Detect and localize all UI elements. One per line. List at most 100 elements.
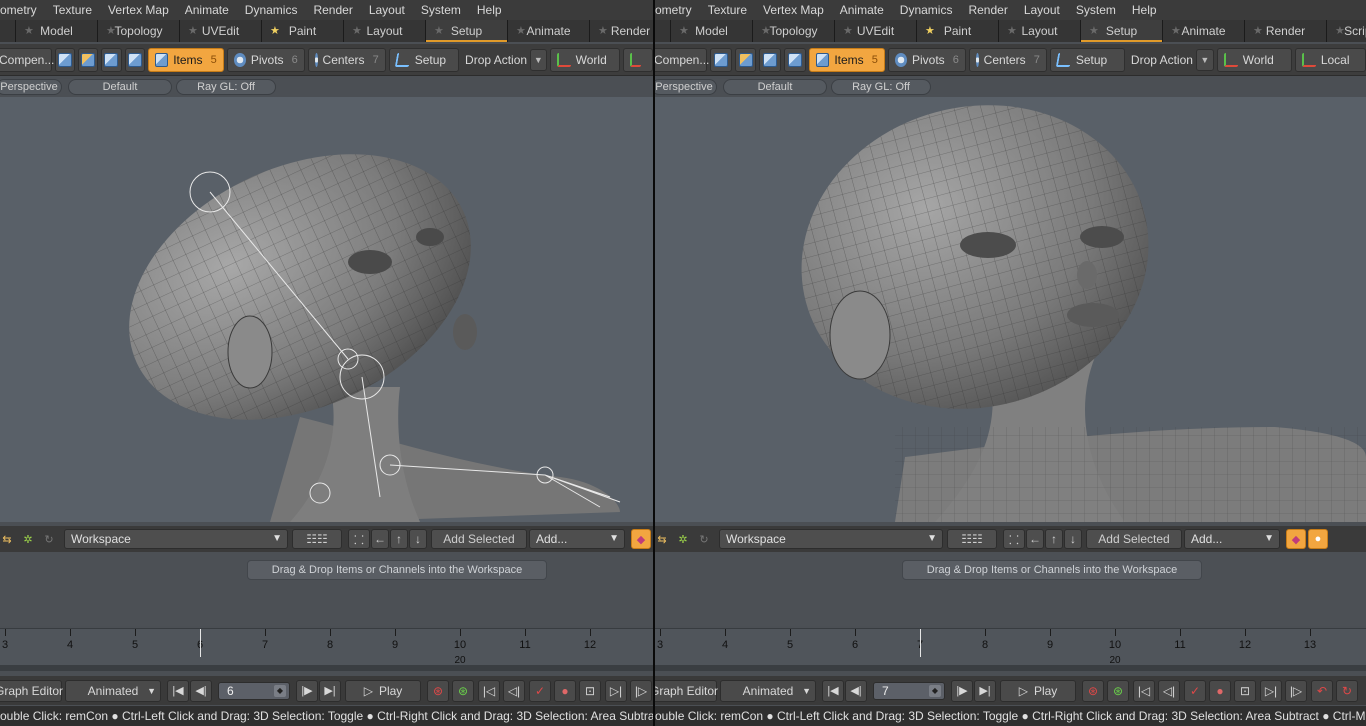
centers-mode-button[interactable]: Centers 7 [968, 47, 1047, 72]
animated-dropdown[interactable]: Animated ▼ [720, 679, 816, 702]
spin-icon[interactable]: ◆ [274, 684, 286, 697]
vertices-mode-button[interactable] [55, 47, 76, 72]
gear-icon[interactable]: ✲ [19, 530, 37, 548]
world-axis-button[interactable]: World [1216, 47, 1292, 72]
items-mode-button[interactable]: Items 5 [147, 47, 224, 72]
vertices-mode-button[interactable] [710, 47, 732, 72]
play-button[interactable]: ▷ Play [345, 679, 421, 702]
tab-layout[interactable]: ★ Layout [344, 20, 426, 42]
record-icon[interactable]: ⊛ [427, 679, 449, 702]
tab-animate[interactable]: ★ Animate [508, 20, 590, 42]
current-frame-field[interactable]: 7 ◆ [873, 681, 945, 700]
timeline-ruler[interactable]: 34567891011121320 [655, 628, 1366, 671]
keyframe-filter-icon[interactable]: ⊡ [579, 679, 601, 702]
go-to-end-icon[interactable]: ▶| [974, 679, 996, 702]
menu-dynamics[interactable]: Dynamics [892, 3, 961, 17]
tab-topology[interactable]: ★ Topology [98, 20, 180, 42]
menu-animate[interactable]: Animate [177, 3, 237, 17]
tab-topology[interactable]: ★ Topology [753, 20, 835, 42]
tab-setup[interactable]: ★ Setup [1081, 20, 1163, 42]
animated-dropdown[interactable]: Animated ▼ [65, 679, 161, 702]
tab-uvedit[interactable]: ★ UVEdit [835, 20, 917, 42]
current-time-marker[interactable] [200, 629, 201, 657]
prev-key-icon[interactable]: |◁ [1133, 679, 1155, 702]
polygons-mode-button[interactable] [759, 47, 782, 72]
workspace-area[interactable]: Drag & Drop Items or Channels into the W… [0, 552, 653, 626]
next-key-icon[interactable]: ▷| [1260, 679, 1282, 702]
polygons-mode-button[interactable] [101, 47, 122, 72]
go-to-end-icon[interactable]: ▶| [319, 679, 341, 702]
tab-setup[interactable]: ★ Setup [426, 20, 508, 42]
workspace-tool-icon[interactable]: ⇆ [0, 530, 16, 548]
menu-geometry[interactable]: ometry [655, 3, 700, 17]
perspective-view-button[interactable]: Perspective [655, 79, 717, 95]
grid-layout-button[interactable]: ☷☷ [947, 529, 997, 549]
tab-paint[interactable]: ★ Paint [262, 20, 344, 42]
grid-layout-button[interactable]: ☷☷ [292, 529, 342, 549]
edges-mode-button[interactable] [734, 47, 757, 72]
add-selected-button[interactable]: Add Selected [431, 529, 527, 549]
tab-scripting[interactable]: ★Scripting [1327, 20, 1366, 42]
tab-paint[interactable]: ★ Paint [917, 20, 999, 42]
arrow-down-icon[interactable]: ↓ [409, 529, 427, 549]
drop-action-dropdown[interactable]: ▼ [530, 48, 547, 71]
delete-key-icon[interactable]: ● [554, 679, 576, 702]
tab-uvedit[interactable]: ★ UVEdit [180, 20, 262, 42]
menu-system[interactable]: System [413, 3, 469, 17]
world-axis-button[interactable]: World [549, 47, 620, 72]
local-axis-button[interactable] [622, 47, 653, 72]
menu-geometry[interactable]: ometry [0, 3, 45, 17]
arrow-up-icon[interactable]: ↑ [390, 529, 408, 549]
graph-editor-button[interactable]: Graph Editor [0, 679, 63, 702]
set-key-icon[interactable]: ✓ [1184, 679, 1206, 702]
shading-style-button[interactable]: Default [68, 79, 172, 95]
current-frame-field[interactable]: 6 ◆ [218, 681, 290, 700]
tab-render[interactable]: ★ Render [590, 20, 653, 42]
arrow-left-icon[interactable]: ← [371, 529, 389, 549]
menu-system[interactable]: System [1068, 3, 1124, 17]
hierarchy-icon[interactable]: ⸬ [348, 529, 370, 549]
component-mode-button[interactable]: Compen... [655, 47, 709, 72]
loop-tool-icon[interactable]: ↻ [1336, 679, 1358, 702]
menu-animate[interactable]: Animate [832, 3, 892, 17]
3d-viewport-left[interactable] [0, 97, 653, 522]
refresh-icon[interactable]: ↻ [695, 530, 713, 548]
edges-mode-button[interactable] [78, 47, 99, 72]
step-forward-icon[interactable]: |▶ [296, 679, 318, 702]
add-dropdown[interactable]: Add... ▼ [1184, 529, 1280, 549]
menu-vertex-map[interactable]: Vertex Map [755, 3, 832, 17]
step-back-icon[interactable]: ◀| [845, 679, 867, 702]
menu-render[interactable]: Render [960, 3, 1015, 17]
auto-key-icon[interactable]: ⊛ [452, 679, 474, 702]
3d-viewport-right[interactable]: + [655, 97, 1366, 522]
set-key-icon[interactable]: ✓ [529, 679, 551, 702]
items-mode-button[interactable]: Items 5 [808, 47, 885, 72]
record-icon[interactable]: ⊛ [1082, 679, 1104, 702]
go-to-start-icon[interactable]: |◀ [167, 679, 189, 702]
pivots-mode-button[interactable]: Pivots 6 [226, 47, 305, 72]
timeline-ruler[interactable]: 345678910111220 [0, 628, 653, 671]
menu-layout[interactable]: Layout [361, 3, 413, 17]
pivots-mode-button[interactable]: Pivots 6 [887, 47, 966, 72]
delete-key-icon[interactable]: ● [1209, 679, 1231, 702]
raygl-toggle[interactable]: Ray GL: Off [831, 79, 931, 95]
step-forward-icon[interactable]: |▶ [951, 679, 973, 702]
component-mode-button[interactable]: Compen... [0, 47, 54, 72]
key-icon[interactable]: ◆ [1286, 529, 1306, 549]
next-key-alt-icon[interactable]: |▷ [630, 679, 652, 702]
hierarchy-icon[interactable]: ⸬ [1003, 529, 1025, 549]
arrow-down-icon[interactable]: ↓ [1064, 529, 1082, 549]
materials-mode-button[interactable] [784, 47, 806, 72]
workspace-area[interactable]: Drag & Drop Items or Channels into the W… [655, 552, 1366, 626]
next-key-icon[interactable]: ▷| [605, 679, 627, 702]
go-to-start-icon[interactable]: |◀ [822, 679, 844, 702]
arrow-left-icon[interactable]: ← [1026, 529, 1044, 549]
workspace-select[interactable]: Workspace ▼ [719, 529, 943, 549]
dot-key-icon[interactable]: ● [1308, 529, 1328, 549]
refresh-icon[interactable]: ↻ [40, 530, 58, 548]
menu-texture[interactable]: Texture [700, 3, 755, 17]
auto-key-icon[interactable]: ⊛ [1107, 679, 1129, 702]
centers-mode-button[interactable]: Centers 7 [307, 47, 386, 72]
keyframe-filter-icon[interactable]: ⊡ [1234, 679, 1256, 702]
spin-icon[interactable]: ◆ [929, 684, 941, 697]
